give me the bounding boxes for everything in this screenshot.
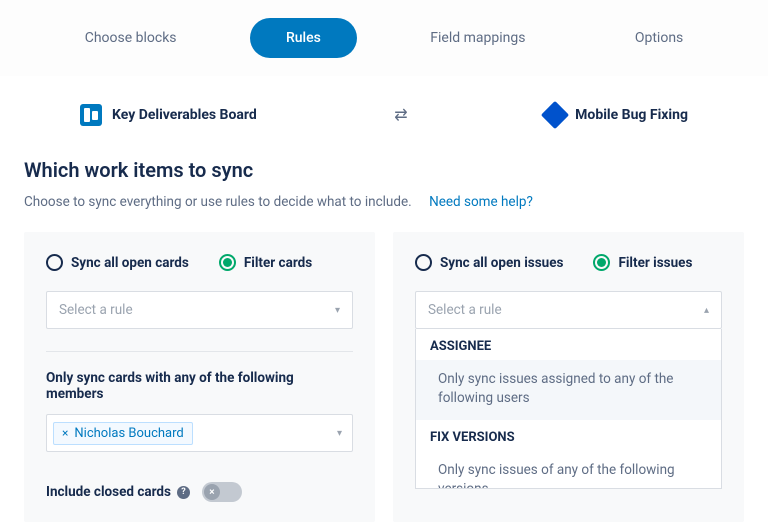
radio-label: Filter issues	[618, 255, 692, 271]
page-title: Which work items to sync	[24, 158, 744, 182]
radio-icon	[46, 254, 63, 271]
help-link[interactable]: Need some help?	[429, 194, 533, 210]
right-panel: Sync all open issues Filter issues Selec…	[393, 232, 744, 522]
rule-select-right[interactable]: Select a rule ▴	[415, 291, 722, 329]
chevron-down-icon: ▾	[335, 305, 340, 316]
member-tag-label: Nicholas Bouchard	[74, 426, 183, 441]
dropdown-group-assignee: ASSIGNEE	[416, 329, 721, 360]
dropdown-item-fixversions[interactable]: Only sync issues of any of the following…	[416, 451, 721, 489]
remove-tag-icon[interactable]: ×	[62, 426, 68, 440]
connectors-row: Key Deliverables Board ⇄ Mobile Bug Fixi…	[0, 76, 768, 158]
help-icon[interactable]: ?	[177, 486, 190, 499]
radio-filter-cards[interactable]: Filter cards	[219, 254, 312, 271]
divider	[46, 351, 353, 352]
page-subtitle: Choose to sync everything or use rules t…	[24, 194, 744, 210]
connector-right-label: Mobile Bug Fixing	[575, 107, 688, 123]
left-panel: Sync all open cards Filter cards Select …	[24, 232, 375, 522]
radio-label: Filter cards	[244, 255, 312, 271]
tab-choose-blocks[interactable]: Choose blocks	[49, 18, 213, 58]
swap-icon: ⇄	[394, 107, 407, 123]
select-placeholder: Select a rule	[428, 302, 502, 318]
rule-dropdown: ASSIGNEE Only sync issues assigned to an…	[415, 329, 722, 489]
tabs-bar: Choose blocks Rules Field mappings Optio…	[0, 0, 768, 76]
toggle-knob: ×	[204, 484, 220, 500]
radio-sync-all-cards[interactable]: Sync all open cards	[46, 254, 189, 271]
tab-options[interactable]: Options	[599, 18, 719, 58]
radio-icon	[593, 254, 610, 271]
tab-rules[interactable]: Rules	[250, 18, 357, 58]
chevron-up-icon: ▴	[704, 305, 709, 316]
dropdown-item-assignee[interactable]: Only sync issues assigned to any of the …	[416, 360, 721, 420]
tab-field-mappings[interactable]: Field mappings	[394, 18, 561, 58]
radio-label: Sync all open issues	[440, 255, 563, 271]
radio-label: Sync all open cards	[71, 255, 189, 271]
radio-sync-all-issues[interactable]: Sync all open issues	[415, 254, 563, 271]
radio-filter-issues[interactable]: Filter issues	[593, 254, 692, 271]
rule-select-left[interactable]: Select a rule ▾	[46, 291, 353, 329]
connector-left: Key Deliverables Board	[80, 104, 257, 126]
chevron-down-icon: ▾	[337, 428, 342, 439]
member-tag: × Nicholas Bouchard	[53, 422, 193, 445]
radio-icon	[415, 254, 432, 271]
connector-left-label: Key Deliverables Board	[112, 107, 257, 123]
member-filter-label: Only sync cards with any of the followin…	[46, 370, 353, 402]
radio-icon	[219, 254, 236, 271]
include-closed-toggle[interactable]: ×	[202, 482, 242, 502]
select-placeholder: Select a rule	[59, 302, 133, 318]
dropdown-group-fixversions: FIX VERSIONS	[416, 420, 721, 451]
connector-right: Mobile Bug Fixing	[545, 105, 688, 125]
trello-icon	[80, 104, 102, 126]
toggle-label: Include closed cards	[46, 484, 171, 500]
member-select[interactable]: × Nicholas Bouchard ▾	[46, 414, 353, 452]
jira-icon	[541, 101, 569, 129]
